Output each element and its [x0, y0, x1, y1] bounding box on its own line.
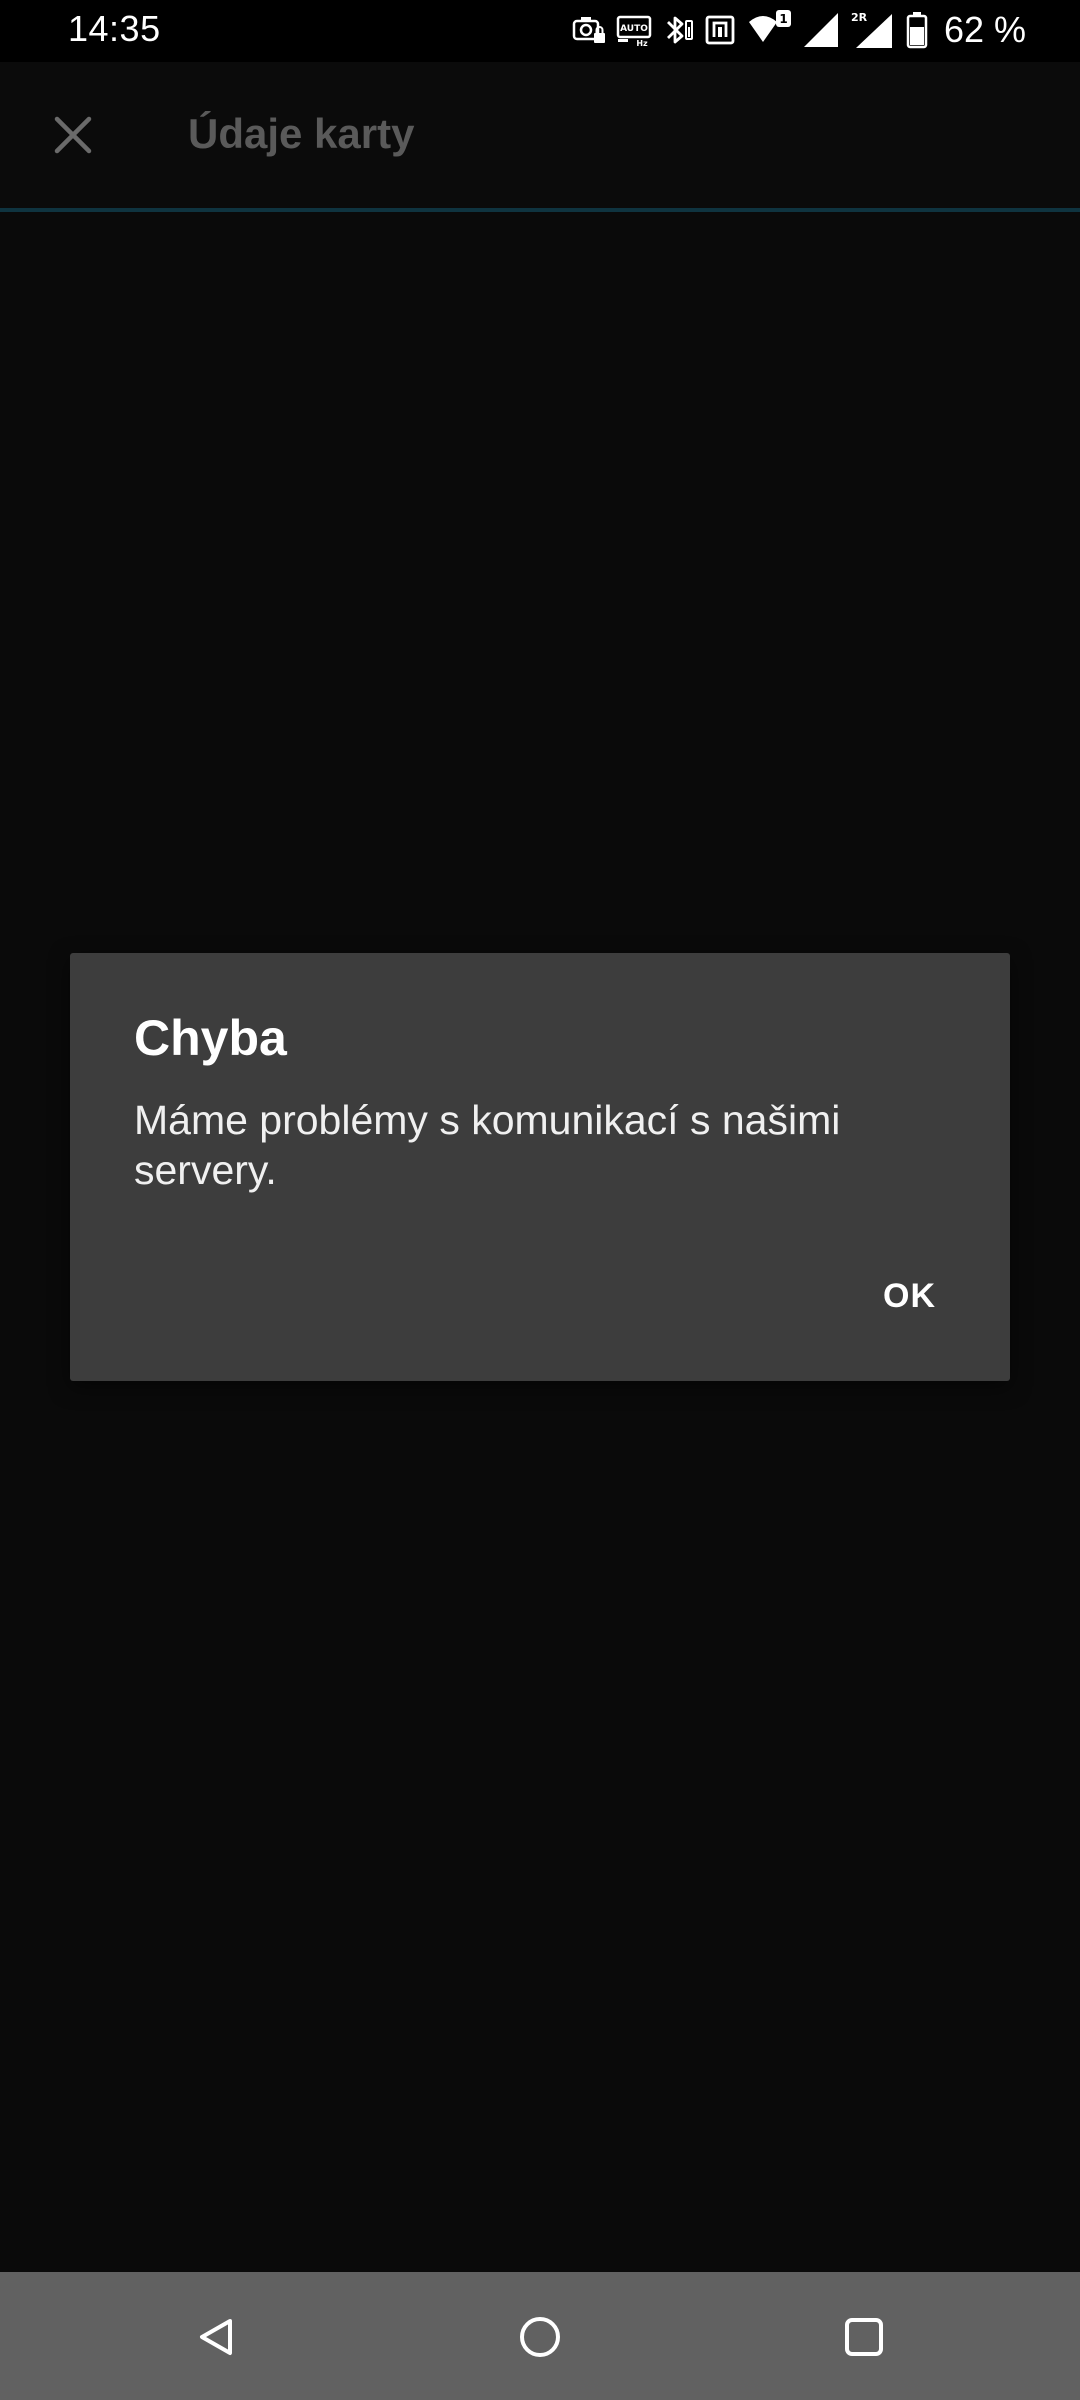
camera-lock-icon	[572, 13, 606, 47]
status-time: 14:35	[68, 8, 161, 49]
battery-percentage: 62 %	[943, 9, 1026, 50]
svg-text:1: 1	[779, 12, 787, 26]
toolbar: Údaje karty	[0, 62, 1080, 212]
battery-icon	[906, 11, 928, 49]
status-bar: 14:35 AUTO Hz 1 2R 62 %	[0, 0, 1080, 62]
navigation-bar	[0, 2272, 1080, 2400]
dialog-title: Chyba	[134, 1010, 287, 1066]
svg-text:Hz: Hz	[636, 39, 648, 47]
auto-hz-icon: AUTO Hz	[616, 13, 652, 47]
close-button[interactable]	[40, 102, 106, 168]
bluetooth-icon	[662, 13, 694, 47]
signal-2r-icon: 2R	[850, 10, 896, 50]
nfc-icon	[704, 13, 736, 47]
svg-text:AUTO: AUTO	[620, 24, 648, 34]
page-title: Údaje karty	[188, 110, 415, 157]
signal-1-icon	[802, 11, 840, 49]
home-icon	[520, 2317, 560, 2357]
back-icon	[200, 2319, 232, 2355]
recents-icon	[845, 2318, 883, 2356]
recents-button[interactable]	[819, 2292, 909, 2382]
svg-text:2R: 2R	[851, 11, 868, 24]
error-dialog: Chyba Máme problémy s komunikací s našim…	[70, 953, 1010, 1381]
close-icon	[54, 116, 92, 154]
dialog-message: Máme problémy s komunikací s našimi serv…	[134, 1097, 841, 1193]
home-button[interactable]	[495, 2292, 585, 2382]
wifi-icon: 1	[746, 10, 792, 50]
status-icons: AUTO Hz 1 2R 62 %	[572, 8, 1026, 52]
screen: 14:35 AUTO Hz 1 2R 62 % Údaje karty Chyb…	[0, 0, 1080, 2400]
back-button[interactable]	[171, 2292, 261, 2382]
ok-button[interactable]: OK	[879, 1273, 940, 1320]
